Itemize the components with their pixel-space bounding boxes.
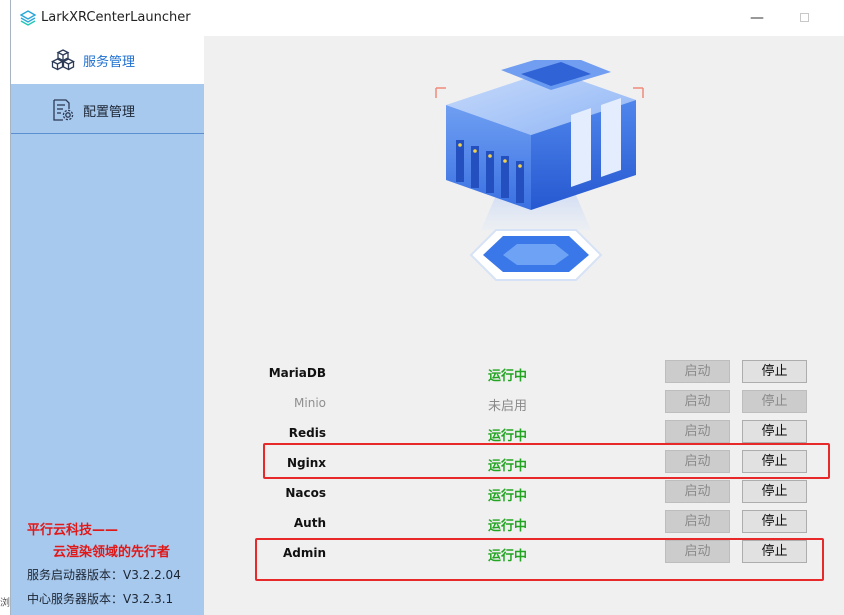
- start-button[interactable]: 启动: [665, 510, 730, 533]
- maximize-icon: [800, 13, 809, 22]
- start-button[interactable]: 启动: [665, 480, 730, 503]
- service-row-minio: Minio 未启用 启动 停止: [204, 390, 844, 420]
- sidebar: 服务管理 配置管理 平行云科技—— 云渲染领域的先行者 服务启动器版本：V3.2…: [11, 36, 204, 615]
- service-name: MariaDB: [268, 366, 326, 380]
- stop-button[interactable]: 停止: [742, 360, 807, 383]
- nginx-highlight-box: [263, 443, 830, 479]
- service-status: 运行中: [488, 519, 528, 534]
- service-row-auth: Auth 运行中 启动 停止: [204, 510, 844, 540]
- stop-button[interactable]: 停止: [742, 480, 807, 503]
- config-gear-icon: [53, 99, 74, 121]
- app-window: LarkXRCenterLauncher — 服务管理 配置管理 平行云科技——…: [10, 0, 844, 615]
- service-name: Redis: [288, 426, 326, 440]
- service-row-nacos: Nacos 运行中 启动 停止: [204, 480, 844, 510]
- app-logo-icon: [20, 10, 36, 26]
- sidebar-item-label: 服务管理: [83, 55, 136, 70]
- maximize-button[interactable]: [795, 9, 815, 27]
- window-title: LarkXRCenterLauncher: [41, 10, 191, 25]
- sidebar-item-label: 配置管理: [83, 105, 136, 120]
- service-name: Minio: [294, 396, 326, 410]
- background-window-fragment: 浏: [0, 598, 10, 609]
- service-name: Nacos: [285, 486, 326, 500]
- launcher-version: 服务启动器版本：V3.2.2.04: [27, 568, 181, 582]
- sidebar-item-config-management[interactable]: 配置管理: [11, 86, 204, 134]
- service-status: 未启用: [488, 399, 528, 414]
- minimize-button[interactable]: —: [747, 9, 767, 27]
- service-status: 运行中: [488, 489, 528, 504]
- center-server-version: 中心服务器版本：V3.2.3.1: [27, 592, 174, 606]
- title-bar: LarkXRCenterLauncher —: [11, 0, 844, 36]
- admin-highlight-box: [255, 538, 824, 581]
- sidebar-item-service-management[interactable]: 服务管理: [11, 36, 204, 84]
- start-button[interactable]: 启动: [665, 420, 730, 443]
- brand-slogan-line1: 平行云科技——: [27, 523, 119, 538]
- brand-slogan-line2: 云渲染领域的先行者: [53, 545, 171, 560]
- start-button[interactable]: 启动: [665, 360, 730, 383]
- service-status: 运行中: [488, 369, 528, 384]
- server-illustration: [435, 60, 644, 281]
- stop-button[interactable]: 停止: [742, 510, 807, 533]
- service-row-mariadb: MariaDB 运行中 启动 停止: [204, 360, 844, 390]
- stop-button[interactable]: 停止: [742, 420, 807, 443]
- service-name: Auth: [293, 516, 326, 530]
- start-button[interactable]: 启动: [665, 390, 730, 413]
- stop-button[interactable]: 停止: [742, 390, 807, 413]
- service-status: 运行中: [488, 429, 528, 444]
- cubes-icon: [51, 49, 75, 71]
